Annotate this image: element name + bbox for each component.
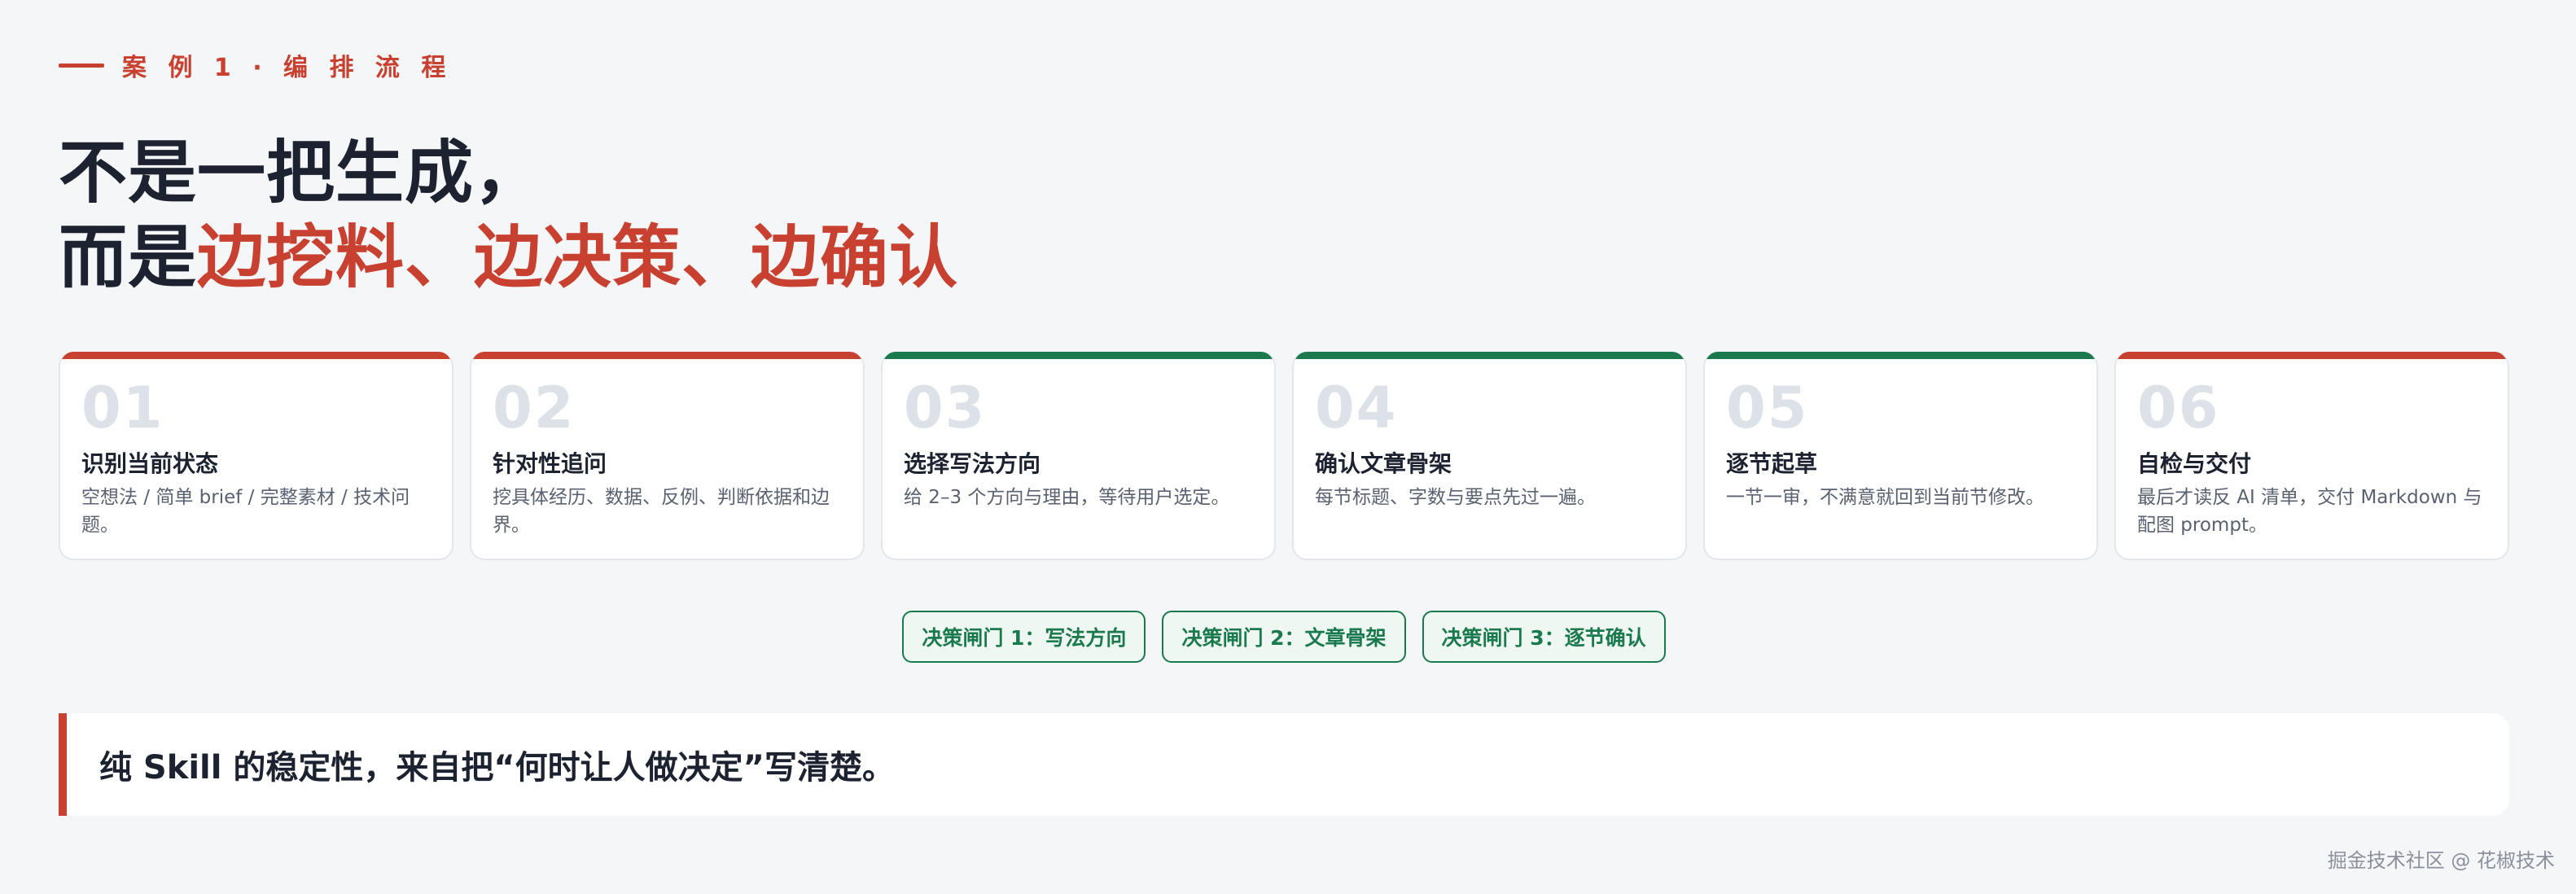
step-title: 针对性追问 — [493, 450, 607, 477]
watermark: 掘金技术社区 @ 花椒技术 — [2327, 849, 2555, 872]
step-number: 05 — [1726, 375, 1809, 441]
headline-line-1: 不是一把生成， — [59, 133, 544, 213]
step-number: 01 — [81, 375, 164, 441]
step-number: 03 — [904, 375, 987, 441]
step-title: 逐节起草 — [1726, 450, 1818, 477]
step-description: 最后才读反 AI 清单，交付 Markdown 与配图 prompt。 — [2137, 487, 2482, 536]
step-card-4: 04 确认文章骨架 每节标题、字数与要点先过一遍。 — [1292, 352, 1687, 560]
step-card-6: 06 自检与交付 最后才读反 AI 清单，交付 Markdown 与配图 pro… — [2114, 352, 2509, 560]
step-title: 选择写法方向 — [904, 450, 1041, 477]
decision-gate-1: 决策闸门 1：写法方向 — [902, 611, 1146, 663]
step-title: 自检与交付 — [2137, 450, 2252, 477]
eyebrow: 案 例 1 · 编 排 流 程 — [59, 47, 452, 83]
headline-line-2-prefix: 而是 — [59, 217, 198, 297]
headline-line-2: 而是边挖料、边决策、边确认 — [59, 215, 958, 300]
step-description: 空想法 / 简单 brief / 完整素材 / 技术问题。 — [81, 487, 410, 536]
step-description: 挖具体经历、数据、反例、判断依据和边界。 — [493, 487, 830, 536]
step-card-2: 02 针对性追问 挖具体经历、数据、反例、判断依据和边界。 — [470, 352, 865, 560]
step-number: 02 — [493, 375, 576, 441]
step-cards: 01 识别当前状态 空想法 / 简单 brief / 完整素材 / 技术问题。 … — [59, 352, 2509, 560]
headline: 不是一把生成， 而是边挖料、边决策、边确认 — [59, 130, 958, 300]
headline-line-2-highlight: 边挖料、边决策、边确认 — [197, 217, 959, 297]
slide: 案 例 1 · 编 排 流 程 不是一把生成， 而是边挖料、边决策、边确认 01… — [59, 0, 2509, 894]
decision-gate-2: 决策闸门 2：文章骨架 — [1162, 611, 1406, 663]
eyebrow-label: 案 例 1 · 编 排 流 程 — [122, 54, 453, 82]
step-description: 一节一审，不满意就回到当前节修改。 — [1726, 487, 2044, 508]
summary-callout: 纯 Skill 的稳定性，来自把“何时让人做决定”写清楚。 — [59, 713, 2509, 816]
step-title: 确认文章骨架 — [1315, 450, 1452, 477]
step-description: 每节标题、字数与要点先过一遍。 — [1315, 487, 1596, 508]
decision-gate-3: 决策闸门 3：逐节确认 — [1422, 611, 1666, 663]
step-card-1: 01 识别当前状态 空想法 / 简单 brief / 完整素材 / 技术问题。 — [59, 352, 453, 560]
step-number: 06 — [2137, 375, 2220, 441]
step-card-3: 03 选择写法方向 给 2–3 个方向与理由，等待用户选定。 — [881, 352, 1276, 560]
step-title: 识别当前状态 — [81, 450, 219, 477]
summary-text: 纯 Skill 的稳定性，来自把“何时让人做决定”写清楚。 — [99, 749, 895, 787]
decision-gates: 决策闸门 1：写法方向 决策闸门 2：文章骨架 决策闸门 3：逐节确认 — [59, 611, 2509, 663]
step-card-5: 05 逐节起草 一节一审，不满意就回到当前节修改。 — [1703, 352, 2098, 560]
step-number: 04 — [1315, 375, 1398, 441]
step-description: 给 2–3 个方向与理由，等待用户选定。 — [904, 487, 1230, 508]
eyebrow-accent-line — [59, 63, 104, 68]
